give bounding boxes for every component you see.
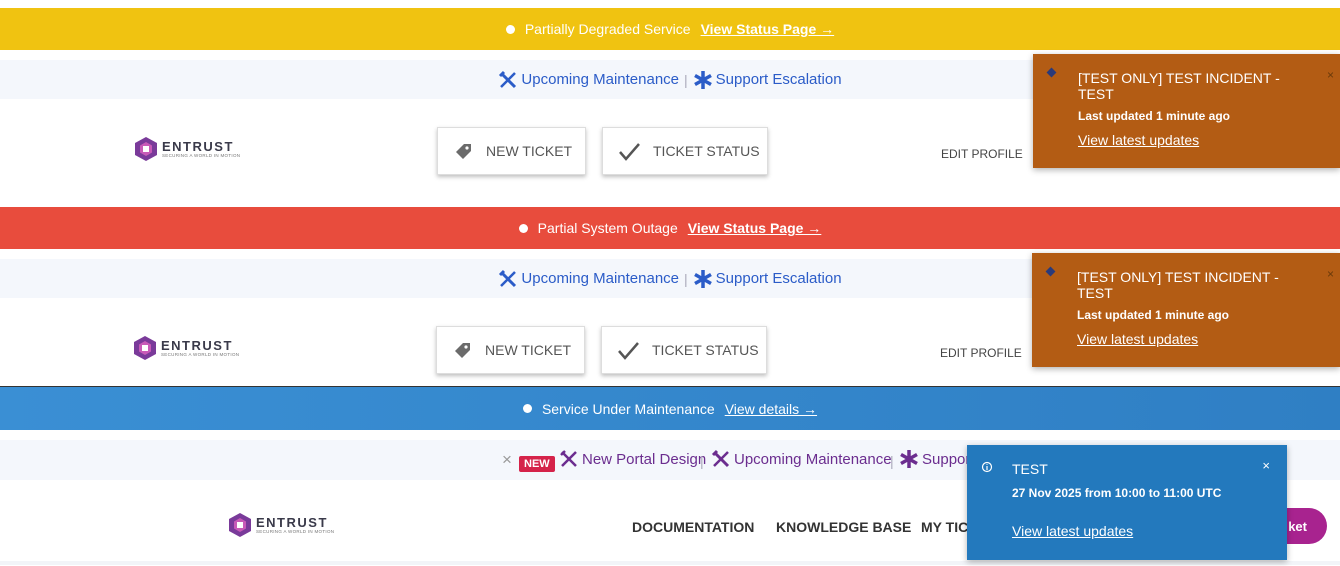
new-badge: NEW: [519, 456, 555, 472]
ticket-status-label: TICKET STATUS: [652, 342, 759, 358]
asterisk-icon: [693, 70, 712, 89]
new-portal-design-label: New Portal Design: [582, 450, 707, 468]
entrust-logo[interactable]: ENTRUST SECURING A WORLD IN MOTION: [133, 335, 239, 361]
separator: |: [684, 270, 688, 287]
ticket-icon: [455, 343, 470, 358]
maintenance-toast: TEST 27 Nov 2025 from 10:00 to 11:00 UTC…: [967, 445, 1287, 560]
new-ticket-button[interactable]: NEW TICKET: [437, 127, 586, 175]
view-status-page-link[interactable]: View Status Page →: [701, 21, 835, 37]
cta-label: ket: [1288, 518, 1307, 534]
status-dot: [522, 404, 532, 413]
view-latest-updates-link[interactable]: View latest updates: [1078, 132, 1199, 148]
asterisk-icon: [693, 269, 712, 288]
check-icon: [619, 143, 640, 161]
support-escalation-label: Suppor: [922, 450, 971, 468]
status-banner-degraded: Partially Degraded Service View Status P…: [0, 8, 1340, 50]
new-ticket-label: NEW TICKET: [486, 143, 573, 159]
nav-my-tickets[interactable]: MY TIC: [921, 519, 968, 535]
alert-icon: [1046, 67, 1057, 78]
close-icon[interactable]: ×: [1262, 458, 1270, 473]
view-details-link[interactable]: View details →: [725, 401, 817, 417]
incident-toast: [TEST ONLY] TEST INCIDENT - TEST Last up…: [1032, 253, 1340, 367]
close-icon[interactable]: ×: [1327, 267, 1334, 281]
support-escalation-label: Support Escalation: [715, 270, 842, 287]
logo-mark-icon: [134, 336, 156, 360]
incident-toast: [TEST ONLY] TEST INCIDENT - TEST Last up…: [1033, 54, 1340, 168]
status-text: Partial System Outage: [537, 220, 678, 236]
tools-icon: [499, 269, 517, 287]
status-text: Partially Degraded Service: [524, 21, 691, 37]
alert-icon: [1045, 266, 1056, 277]
dismiss-icon[interactable]: ×: [502, 450, 512, 470]
toast-schedule: 27 Nov 2025 from 10:00 to 11:00 UTC: [1012, 486, 1222, 500]
support-escalation-link[interactable]: Support Escalation: [693, 70, 842, 90]
upcoming-maintenance-link[interactable]: Upcoming Maintenance: [498, 269, 679, 289]
separator: |: [684, 71, 688, 88]
status-text: Service Under Maintenance: [541, 400, 715, 417]
view-latest-updates-link[interactable]: View latest updates: [1077, 331, 1198, 347]
upcoming-maintenance-label: Upcoming Maintenance: [521, 270, 680, 287]
ticket-status-label: TICKET STATUS: [653, 143, 760, 159]
upcoming-maintenance-label: Upcoming Maintenance: [734, 450, 892, 468]
logo-mark-icon: [229, 513, 251, 537]
entrust-logo[interactable]: ENTRUST SECURING A WORLD IN MOTION: [228, 512, 334, 538]
separator: |: [700, 453, 704, 469]
upcoming-maintenance-label: Upcoming Maintenance: [521, 71, 680, 88]
info-icon: [981, 461, 993, 473]
nav-documentation[interactable]: DOCUMENTATION: [632, 519, 754, 535]
logo-word: ENTRUST: [162, 139, 234, 154]
view-latest-updates-link[interactable]: View latest updates: [1012, 523, 1133, 539]
toast-updated: Last updated 1 minute ago: [1078, 109, 1231, 123]
logo-word: ENTRUST: [161, 338, 233, 353]
logo-tagline: SECURING A WORLD IN MOTION: [161, 352, 240, 357]
edit-profile-link[interactable]: EDIT PROFILE: [941, 147, 1023, 161]
support-escalation-link[interactable]: Support Escalation: [693, 269, 842, 289]
nav-knowledge-base[interactable]: KNOWLEDGE BASE: [776, 519, 911, 535]
new-ticket-button[interactable]: NEW TICKET: [436, 326, 585, 374]
upcoming-maintenance-link[interactable]: Upcoming Maintenance: [711, 449, 892, 469]
logo-tagline: SECURING A WORLD IN MOTION: [162, 153, 241, 158]
ticket-icon: [456, 144, 471, 159]
ticket-status-button[interactable]: TICKET STATUS: [601, 326, 767, 374]
status-banner-maintenance: Service Under Maintenance View details →: [0, 387, 1340, 430]
separator: |: [890, 453, 894, 469]
status-dot: [505, 24, 515, 34]
upcoming-maintenance-link[interactable]: Upcoming Maintenance: [498, 70, 679, 90]
new-ticket-label: NEW TICKET: [485, 342, 572, 358]
asterisk-icon: [900, 450, 918, 468]
toast-updated: Last updated 1 minute ago: [1077, 308, 1230, 322]
edit-profile-link[interactable]: EDIT PROFILE: [940, 346, 1022, 360]
tools-icon: [499, 70, 517, 88]
ticket-status-button[interactable]: TICKET STATUS: [602, 127, 768, 175]
entrust-logo[interactable]: ENTRUST SECURING A WORLD IN MOTION: [134, 136, 240, 162]
support-escalation-label: Support Escalation: [715, 71, 842, 88]
logo-tagline: SECURING A WORLD IN MOTION: [256, 529, 335, 534]
status-dot: [518, 223, 528, 233]
toast-title: [TEST ONLY] TEST INCIDENT - TEST: [1077, 269, 1279, 301]
tools-icon: [711, 449, 730, 468]
pencil-ruler-icon: [560, 450, 577, 467]
toast-title: [TEST ONLY] TEST INCIDENT - TEST: [1078, 70, 1280, 102]
toast-title: TEST: [1012, 461, 1048, 477]
logo-mark-icon: [135, 137, 157, 161]
close-icon[interactable]: ×: [1327, 68, 1334, 82]
support-escalation-link[interactable]: Suppor: [899, 449, 970, 469]
view-status-page-link[interactable]: View Status Page →: [688, 220, 822, 236]
new-portal-design-link[interactable]: New Portal Design: [559, 449, 706, 469]
logo-word: ENTRUST: [256, 515, 328, 530]
status-banner-outage: Partial System Outage View Status Page →: [0, 207, 1340, 249]
check-icon: [618, 342, 639, 360]
